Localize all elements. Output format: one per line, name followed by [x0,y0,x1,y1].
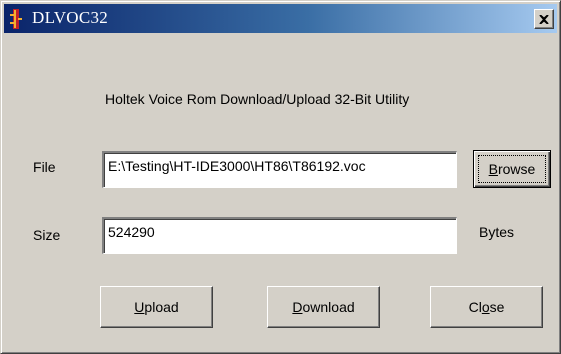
download-button[interactable]: Download [267,286,380,328]
title-bar[interactable]: DLVOC32 [4,4,557,33]
app-icon [10,9,22,29]
window-title: DLVOC32 [32,8,109,27]
close-button[interactable]: Close [430,286,543,328]
utility-description: Holtek Voice Rom Download/Upload 32-Bit … [105,91,410,107]
browse-button[interactable]: Browse [473,150,551,188]
file-path-input[interactable]: E:\Testing\HT-IDE3000\HT86\T86192.voc [102,151,457,188]
close-window-button[interactable] [534,9,554,29]
size-label: Size [33,227,61,243]
dlvoc32-window: DLVOC32 Holtek Voice Rom Download/Upload… [0,0,561,354]
file-label: File [33,159,56,175]
upload-button[interactable]: Upload [100,286,213,328]
size-input[interactable]: 524290 [102,217,457,254]
close-icon [539,14,549,24]
size-units-label: Bytes [479,224,515,240]
